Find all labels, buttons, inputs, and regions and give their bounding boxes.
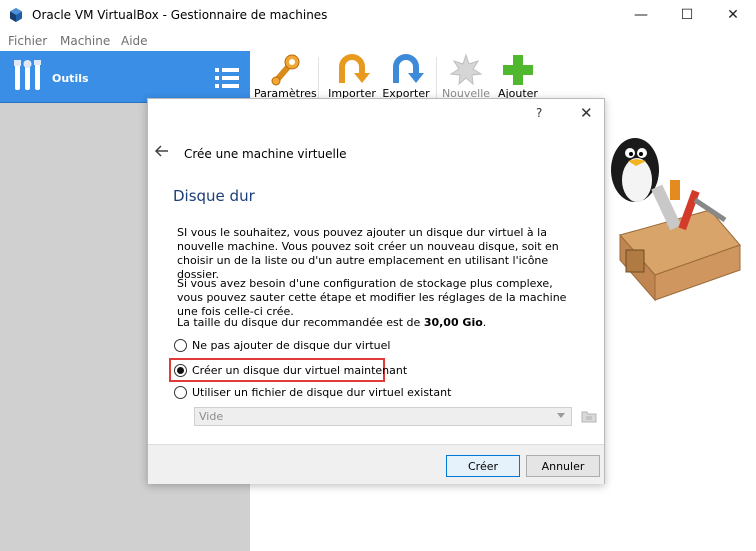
tux-toolbox-illustration bbox=[611, 138, 741, 302]
menu-fichier[interactable]: Fichier bbox=[8, 34, 47, 48]
minimize-icon: — bbox=[634, 7, 648, 23]
menu-aide[interactable]: Aide bbox=[121, 34, 148, 48]
close-button[interactable]: ✕ bbox=[710, 0, 756, 30]
add-button[interactable]: Ajouter bbox=[488, 53, 548, 103]
existing-disk-select[interactable]: Vide bbox=[194, 407, 572, 426]
chevron-down-icon bbox=[557, 413, 565, 418]
recommended-size: 30,00 Gio bbox=[423, 316, 483, 329]
radio-no-disk[interactable] bbox=[174, 338, 187, 352]
existing-disk-value: Vide bbox=[199, 410, 224, 423]
recommended-size-text: La taille du disque dur recommandée est … bbox=[177, 316, 573, 330]
option-existing-disk[interactable]: Utiliser un fichier de disque dur virtue… bbox=[174, 384, 451, 400]
export-button[interactable]: Exporter bbox=[376, 53, 436, 103]
create-button[interactable]: Créer bbox=[446, 455, 520, 477]
import-arrow-icon bbox=[339, 54, 370, 83]
option-no-disk[interactable]: Ne pas ajouter de disque dur virtuel bbox=[174, 337, 390, 353]
new-button[interactable]: Nouvelle bbox=[436, 53, 496, 103]
dialog-close-button[interactable]: ✕ bbox=[580, 104, 593, 122]
dialog-footer: Créer Annuler bbox=[148, 444, 604, 484]
menu-machine[interactable]: Machine bbox=[60, 34, 110, 48]
add-plus-icon bbox=[503, 55, 533, 85]
import-button[interactable]: Importer bbox=[322, 53, 382, 103]
menu-bar: Fichier Machine Aide bbox=[0, 30, 756, 51]
new-star-icon bbox=[449, 53, 483, 86]
tools-item[interactable]: Outils bbox=[0, 51, 250, 103]
window-title: Oracle VM VirtualBox - Gestionnaire de m… bbox=[32, 8, 328, 22]
back-arrow-icon[interactable] bbox=[154, 144, 170, 158]
export-arrow-icon bbox=[393, 54, 424, 83]
minimize-button[interactable]: — bbox=[618, 0, 664, 30]
intro-paragraph: SI vous le souhaitez, vous pouvez ajoute… bbox=[177, 226, 559, 281]
section-title: Disque dur bbox=[173, 187, 255, 205]
help-button[interactable]: ? bbox=[536, 106, 542, 120]
settings-button[interactable]: Paramètres bbox=[254, 53, 317, 103]
advanced-paragraph: Si vous avez besoin d'une configuration … bbox=[177, 277, 567, 318]
close-icon: ✕ bbox=[727, 7, 739, 23]
main-toolbar: Paramètres Importer Exporter Nouvelle Aj… bbox=[250, 51, 756, 103]
maximize-icon: ☐ bbox=[680, 7, 694, 23]
gear-wrench-icon bbox=[271, 54, 300, 86]
option-create-disk-label: Créer un disque dur virtuel maintenant bbox=[192, 363, 408, 377]
tools-label: Outils bbox=[52, 72, 89, 85]
recommended-suffix: . bbox=[482, 316, 487, 329]
toolbar-separator bbox=[318, 57, 319, 99]
recommended-prefix: La taille du disque dur recommandée est … bbox=[177, 316, 424, 329]
dialog-heading: Crée une machine virtuelle bbox=[184, 147, 347, 161]
radio-create-disk[interactable] bbox=[174, 363, 187, 377]
cancel-button[interactable]: Annuler bbox=[526, 455, 600, 477]
folder-icon[interactable] bbox=[580, 407, 598, 425]
create-vm-dialog: ? ✕ Crée une machine virtuelle Disque du… bbox=[147, 98, 605, 484]
maximize-button[interactable]: ☐ bbox=[664, 0, 710, 30]
virtualbox-logo-icon bbox=[10, 8, 22, 22]
radio-existing-disk[interactable] bbox=[174, 385, 187, 399]
tools-icon bbox=[14, 60, 41, 90]
option-no-disk-label: Ne pas ajouter de disque dur virtuel bbox=[192, 338, 391, 352]
option-create-disk[interactable]: Créer un disque dur virtuel maintenant bbox=[174, 362, 407, 378]
option-existing-disk-label: Utiliser un fichier de disque dur virtue… bbox=[192, 385, 452, 399]
title-bar: Oracle VM VirtualBox - Gestionnaire de m… bbox=[0, 0, 756, 30]
list-menu-icon[interactable] bbox=[214, 65, 240, 91]
